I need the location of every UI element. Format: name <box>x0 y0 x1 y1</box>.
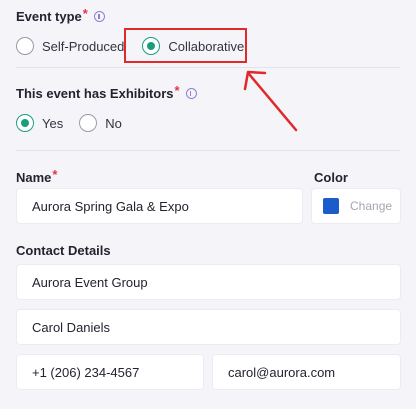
radio-yes-label: Yes <box>42 115 64 131</box>
contact-details-label: Contact Details <box>16 243 111 258</box>
phone-input[interactable]: +1 (206) 234-4567 <box>16 354 204 390</box>
email-input[interactable]: carol@aurora.com <box>212 354 401 390</box>
color-picker[interactable]: Change <box>311 188 401 224</box>
radio-self-produced[interactable]: Self-Produced <box>16 37 124 55</box>
radio-circle-icon[interactable] <box>16 37 34 55</box>
exhibitors-radio-group: Yes No <box>16 114 122 132</box>
annotation-arrow-icon <box>243 70 298 132</box>
event-type-label-text: Event type <box>16 9 82 24</box>
exhibitors-label-text: This event has Exhibitors <box>16 86 174 101</box>
color-swatch[interactable] <box>323 198 339 214</box>
phone-input-value: +1 (206) 234-4567 <box>32 364 140 380</box>
name-input-value: Aurora Spring Gala & Expo <box>32 198 189 214</box>
color-label: Color <box>314 170 348 185</box>
exhibitors-label: This event has Exhibitors * <box>16 83 197 101</box>
name-label-text: Name <box>16 170 52 185</box>
info-icon[interactable] <box>93 11 105 22</box>
email-input-value: carol@aurora.com <box>228 364 336 380</box>
radio-checked-icon[interactable] <box>16 114 34 132</box>
contact-name-input-value: Carol Daniels <box>32 319 111 335</box>
radio-circle-icon[interactable] <box>79 114 98 132</box>
info-icon[interactable] <box>185 88 197 99</box>
color-label-text: Color <box>314 170 348 185</box>
radio-self-produced-label: Self-Produced <box>42 38 125 54</box>
contact-name-input[interactable]: Carol Daniels <box>16 309 401 345</box>
required-mark: * <box>52 167 58 182</box>
required-mark: * <box>82 6 88 21</box>
event-type-label: Event type * <box>16 6 105 24</box>
organization-input-value: Aurora Event Group <box>32 274 148 290</box>
radio-no[interactable]: No <box>79 114 122 132</box>
radio-yes[interactable]: Yes <box>16 114 63 132</box>
contact-details-label-text: Contact Details <box>16 243 111 258</box>
annotation-highlight-box <box>124 28 247 63</box>
divider <box>16 67 400 68</box>
change-color-button[interactable]: Change <box>350 199 392 213</box>
divider <box>16 150 400 151</box>
organization-input[interactable]: Aurora Event Group <box>16 264 401 300</box>
name-label: Name * <box>16 167 58 185</box>
required-mark: * <box>174 83 180 98</box>
name-input[interactable]: Aurora Spring Gala & Expo <box>16 188 303 224</box>
radio-no-label: No <box>105 115 122 131</box>
